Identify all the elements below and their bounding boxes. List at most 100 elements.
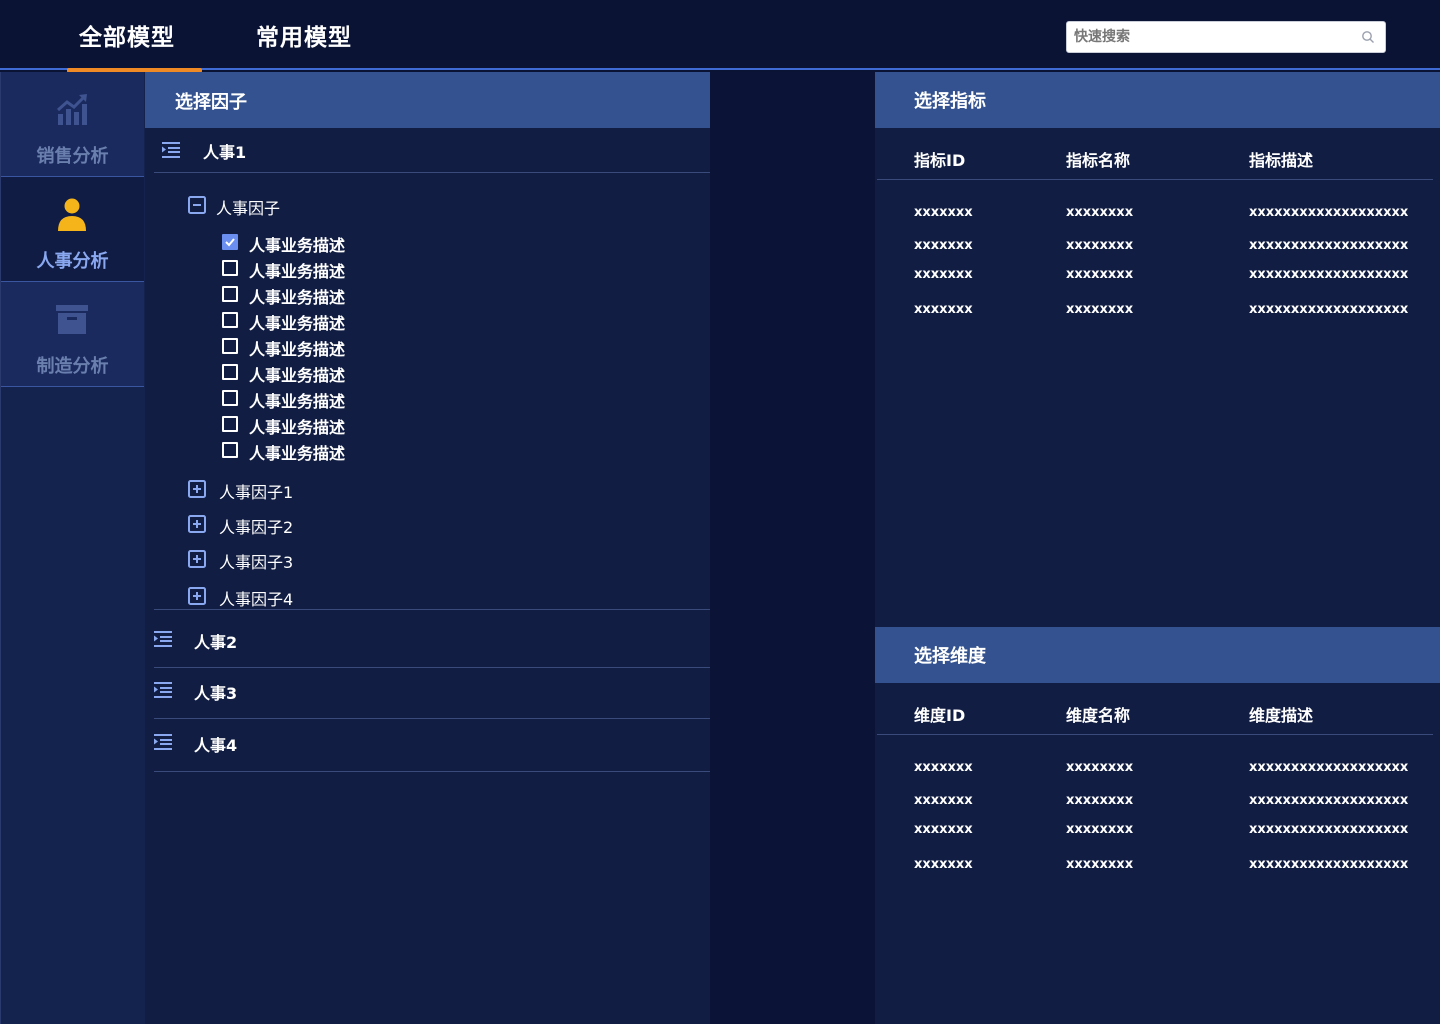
column-header: 维度名称 — [1066, 706, 1131, 725]
leaf-label: 人事业务描述 — [249, 340, 346, 359]
sidebar-item-sales[interactable]: 销售分析 — [1, 72, 144, 177]
search-icon[interactable] — [1361, 30, 1375, 44]
panel-title: 选择指标 — [914, 91, 986, 112]
column-header: 维度ID — [914, 706, 966, 725]
leaf-label: 人事业务描述 — [249, 366, 346, 385]
expand-icon[interactable] — [188, 515, 206, 533]
indicator-panel-header: 选择指标 — [875, 72, 1440, 128]
table-cell[interactable]: xxxxxxxx — [1066, 857, 1133, 872]
top-bar: 全部模型 常用模型 — [0, 0, 1440, 73]
checkbox[interactable] — [222, 364, 238, 380]
panel-title: 选择维度 — [914, 646, 986, 667]
checkbox[interactable] — [222, 390, 238, 406]
table-cell[interactable]: xxxxxxxxxxxxxxxxxxx — [1249, 760, 1408, 775]
column-header: 指标描述 — [1249, 151, 1314, 170]
table-cell[interactable]: xxxxxxxxxxxxxxxxxxx — [1249, 822, 1408, 837]
checkbox[interactable] — [222, 286, 238, 302]
subgroup-hr-factor-4[interactable]: 人事因子4 — [188, 587, 388, 609]
leaf-label: 人事业务描述 — [249, 314, 346, 333]
indent-list-icon — [154, 734, 172, 750]
table-cell[interactable]: xxxxxxxx — [1066, 205, 1133, 220]
table-cell[interactable]: xxxxxxxx — [1066, 793, 1133, 808]
checkbox[interactable] — [222, 312, 238, 328]
group-label: 人事2 — [194, 633, 238, 652]
subgroup-label: 人事因子2 — [219, 518, 294, 537]
leaf-label: 人事业务描述 — [249, 418, 346, 437]
checkbox[interactable] — [222, 260, 238, 276]
chart-growth-icon — [57, 94, 87, 125]
dimension-panel: 选择维度 维度ID 维度名称 维度描述 xxxxxxx xxxxxxxx xxx… — [875, 627, 1440, 1024]
group-row-hr4[interactable]: 人事4 — [154, 719, 710, 772]
checkbox[interactable] — [222, 416, 238, 432]
expand-icon[interactable] — [188, 587, 206, 605]
indent-list-icon — [154, 631, 172, 647]
table-cell[interactable]: xxxxxxx — [914, 205, 973, 220]
group-row-hr2[interactable]: 人事2 — [154, 610, 710, 668]
group-row-hr1[interactable]: 人事1 — [154, 128, 710, 173]
checkbox-checked[interactable] — [222, 234, 238, 250]
subgroup-hr-factor-3[interactable]: 人事因子3 — [188, 550, 388, 572]
sidebar-item-manufacturing[interactable]: 制造分析 — [1, 282, 144, 387]
group-label: 人事1 — [203, 143, 247, 162]
table-cell[interactable]: xxxxxxx — [914, 760, 973, 775]
subgroup-label: 人事因子1 — [219, 483, 294, 502]
subgroup-hr-factor-1[interactable]: 人事因子1 — [188, 480, 388, 502]
column-header: 维度描述 — [1249, 706, 1314, 725]
table-cell[interactable]: xxxxxxxx — [1066, 238, 1133, 253]
search-box[interactable] — [1066, 21, 1386, 53]
column-header: 指标ID — [914, 151, 966, 170]
user-icon — [58, 198, 86, 231]
checkbox[interactable] — [222, 338, 238, 354]
archive-box-icon — [56, 305, 88, 334]
sidebar-item-label: 人事分析 — [36, 251, 109, 272]
table-divider — [877, 734, 1433, 735]
table-cell[interactable]: xxxxxxxxxxxxxxxxxxx — [1249, 857, 1408, 872]
table-cell[interactable]: xxxxxxx — [914, 822, 973, 837]
subgroup-hr-factor[interactable]: 人事因子 — [188, 196, 388, 218]
table-cell[interactable]: xxxxxxxxxxxxxxxxxxx — [1249, 238, 1408, 253]
table-cell[interactable]: xxxxxxxx — [1066, 760, 1133, 775]
tab-all-models[interactable]: 全部模型 — [79, 18, 175, 52]
dimension-panel-header: 选择维度 — [875, 627, 1440, 683]
search-input[interactable] — [1074, 26, 1354, 48]
table-cell[interactable]: xxxxxxxx — [1066, 267, 1133, 282]
table-cell[interactable]: xxxxxxx — [914, 238, 973, 253]
sidebar: 销售分析 人事分析 制造分析 — [0, 72, 145, 1024]
table-cell[interactable]: xxxxxxxxxxxxxxxxxxx — [1249, 205, 1408, 220]
group-label: 人事3 — [194, 684, 238, 703]
subgroup-hr-factor-2[interactable]: 人事因子2 — [188, 515, 388, 537]
sidebar-item-hr[interactable]: 人事分析 — [1, 177, 144, 282]
table-cell[interactable]: xxxxxxx — [914, 267, 973, 282]
indent-list-icon — [154, 682, 172, 698]
table-cell[interactable]: xxxxxxxxxxxxxxxxxxx — [1249, 793, 1408, 808]
middle-gap — [710, 72, 875, 1024]
subgroup-label: 人事因子3 — [219, 553, 294, 572]
table-cell[interactable]: xxxxxxx — [914, 793, 973, 808]
table-cell[interactable]: xxxxxxx — [914, 302, 973, 317]
expand-icon[interactable] — [188, 480, 206, 498]
tab-common-models[interactable]: 常用模型 — [256, 18, 352, 52]
subgroup-label: 人事因子4 — [219, 590, 294, 609]
expand-icon[interactable] — [188, 550, 206, 568]
subgroup-label: 人事因子 — [216, 199, 281, 218]
table-divider — [877, 179, 1433, 180]
panel-title: 选择因子 — [175, 92, 247, 113]
table-cell[interactable]: xxxxxxxx — [1066, 302, 1133, 317]
leaf-label: 人事业务描述 — [249, 444, 346, 463]
sidebar-item-label: 制造分析 — [36, 356, 109, 377]
factor-panel-header: 选择因子 — [145, 72, 710, 128]
table-cell[interactable]: xxxxxxxxxxxxxxxxxxx — [1249, 267, 1408, 282]
column-header: 指标名称 — [1066, 151, 1131, 170]
table-cell[interactable]: xxxxxxx — [914, 857, 973, 872]
collapse-icon[interactable] — [188, 196, 206, 214]
indent-list-icon — [162, 142, 180, 158]
checkbox[interactable] — [222, 442, 238, 458]
table-cell[interactable]: xxxxxxxx — [1066, 822, 1133, 837]
leaf-label: 人事业务描述 — [249, 288, 346, 307]
leaf-label: 人事业务描述 — [249, 392, 346, 411]
check-icon — [225, 238, 235, 247]
leaf-label: 人事业务描述 — [249, 236, 346, 255]
group-row-hr3[interactable]: 人事3 — [154, 668, 710, 719]
table-cell[interactable]: xxxxxxxxxxxxxxxxxxx — [1249, 302, 1408, 317]
indicator-panel: 选择指标 指标ID 指标名称 指标描述 xxxxxxx xxxxxxxx xxx… — [875, 72, 1440, 627]
